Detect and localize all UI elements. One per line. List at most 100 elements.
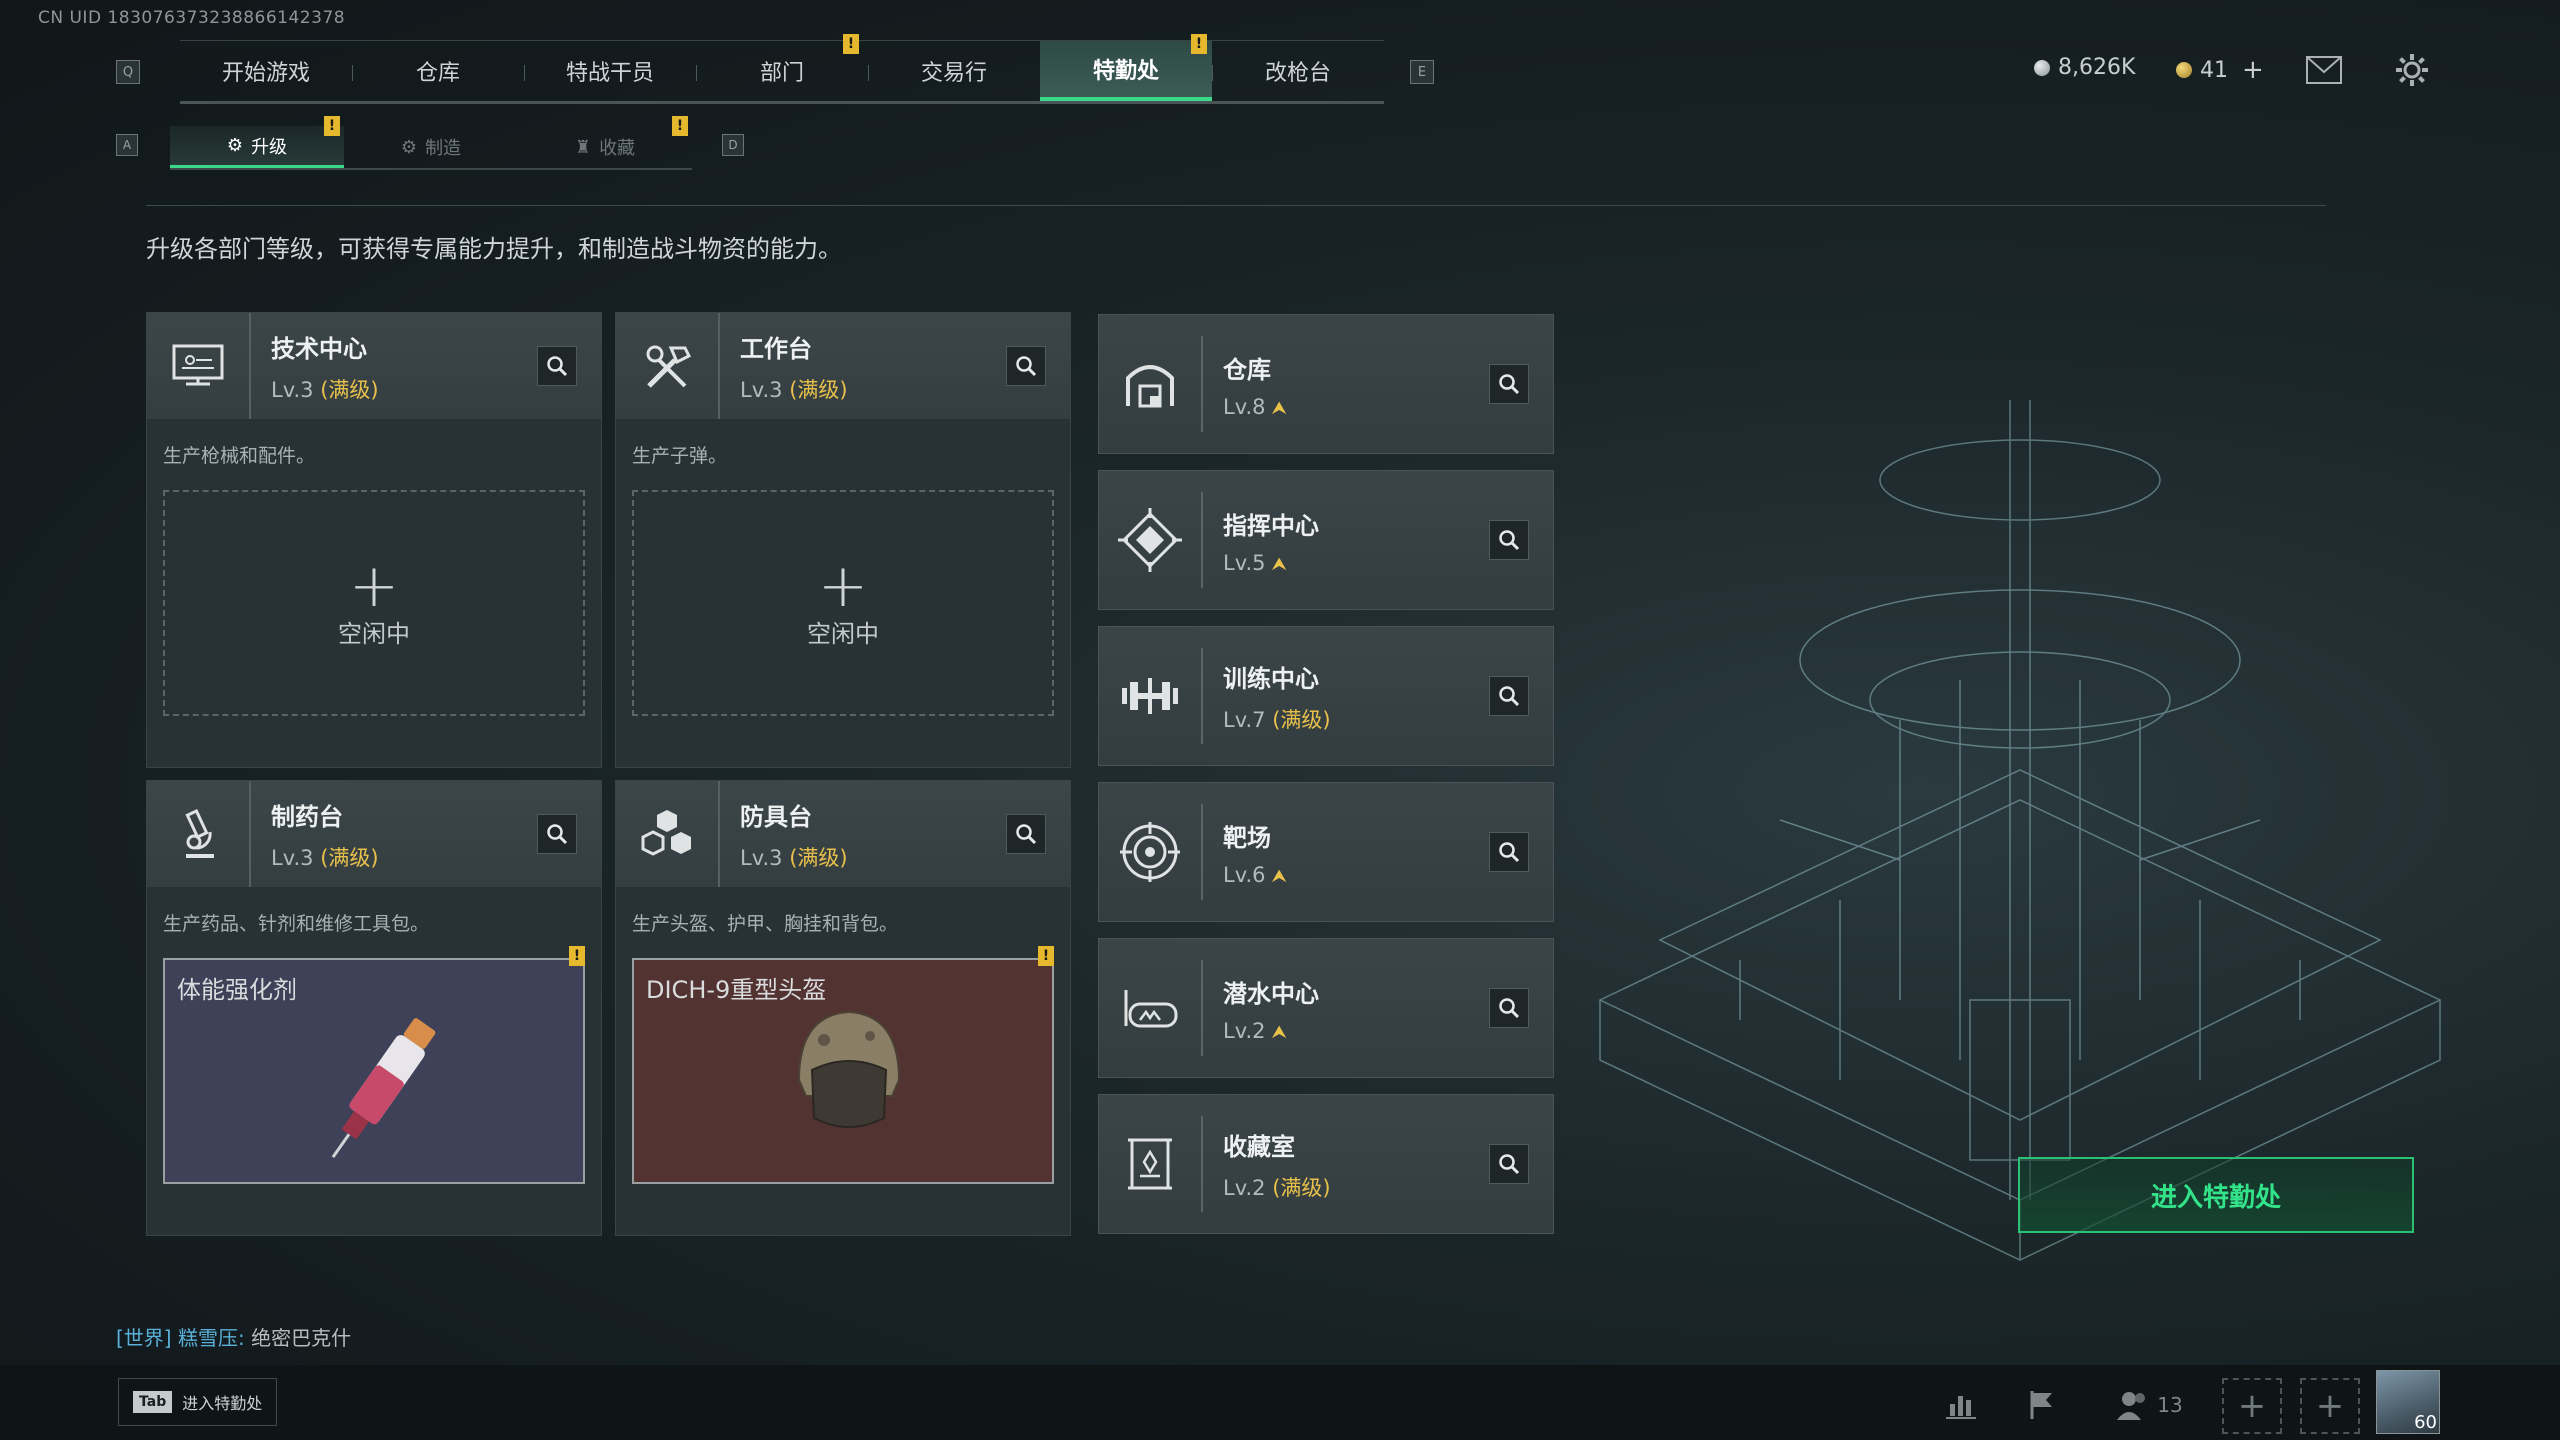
max-level-tag: (满级) xyxy=(1272,707,1331,732)
subtab-prev-key-hint: A xyxy=(116,134,138,156)
search-icon[interactable] xyxy=(1489,1144,1529,1184)
world-chat-line[interactable]: [世界] 糕雪压: 绝密巴克什 xyxy=(116,1322,351,1351)
product-warning-badge: ! xyxy=(569,946,585,966)
crafting-product-slot[interactable]: 体能强化剂 ! xyxy=(163,946,585,1184)
tools-icon xyxy=(616,313,720,419)
computer-icon xyxy=(147,313,251,419)
dumbbell-icon xyxy=(1099,648,1203,744)
craft-slot-idle[interactable]: + 空闲中 xyxy=(163,490,585,716)
max-level-tag: (满级) xyxy=(1272,1175,1331,1200)
department-card-diving-center[interactable]: 潜水中心 Lv.2 ⮝ xyxy=(1098,938,1554,1078)
stats-icon[interactable] xyxy=(1936,1380,1986,1430)
station-card-workbench[interactable]: 工作台 Lv.3 (满级) 生产子弹。 + 空闲中 xyxy=(615,312,1071,768)
department-name: 收藏室 xyxy=(1223,1132,1295,1161)
department-level: Lv.8 xyxy=(1223,394,1266,419)
crafting-product-slot[interactable]: DICH-9重型头盔 ! xyxy=(632,946,1054,1184)
max-level-tag: (满级) xyxy=(320,377,379,402)
station-level: Lv.3 xyxy=(271,377,314,402)
department-card-shooting-range[interactable]: 靶场 Lv.6 ⮝ xyxy=(1098,782,1554,922)
station-level: Lv.3 xyxy=(271,845,314,870)
department-name: 靶场 xyxy=(1223,823,1271,852)
department-card-collection-room[interactable]: 收藏室 Lv.2 (满级) xyxy=(1098,1094,1554,1234)
search-icon[interactable] xyxy=(1489,676,1529,716)
syringe-item-icon xyxy=(331,1018,436,1159)
department-level: Lv.2 xyxy=(1223,1018,1266,1043)
tab-trading[interactable]: 交易行 xyxy=(868,41,1040,101)
friends-icon xyxy=(2117,1392,2146,1420)
station-level: Lv.3 xyxy=(740,377,783,402)
upgrade-arrow-icon: ⮝ xyxy=(1271,553,1287,575)
product-warning-badge: ! xyxy=(1038,946,1054,966)
player-uid: CN UID 183076373238866142378 xyxy=(38,8,346,28)
search-icon[interactable] xyxy=(1489,520,1529,560)
station-name: 工作台 xyxy=(740,334,812,363)
subtab-upgrade-label: 升级 xyxy=(251,136,288,158)
department-card-warehouse[interactable]: 仓库 Lv.8 ⮝ xyxy=(1098,314,1554,454)
collection-trophy-icon: ♜ xyxy=(574,136,592,158)
station-description: 生产头盔、护甲、胸挂和背包。 xyxy=(632,913,899,935)
flag-icon[interactable] xyxy=(2016,1380,2066,1430)
search-icon[interactable] xyxy=(1006,814,1046,854)
silver-currency: 8,626K xyxy=(2034,55,2135,80)
tab-special-ops[interactable]: 特勤处 xyxy=(1040,41,1212,101)
department-level: Lv.7 xyxy=(1223,707,1266,732)
subtab-craft-label: 制造 xyxy=(425,138,462,159)
station-card-tech-center[interactable]: 技术中心 Lv.3 (满级) 生产枪械和配件。 + 空闲中 xyxy=(146,312,602,768)
search-icon[interactable] xyxy=(1489,364,1529,404)
tab-start-game[interactable]: 开始游戏 xyxy=(180,41,352,101)
craft-slot-idle[interactable]: + 空闲中 xyxy=(632,490,1054,716)
plus-icon: + xyxy=(348,550,400,621)
departments-warning-badge: ! xyxy=(843,34,859,54)
subtab-next-key-hint: D xyxy=(722,134,744,156)
search-icon[interactable] xyxy=(1006,346,1046,386)
add-gold-button[interactable]: + xyxy=(2242,55,2264,85)
station-card-armor[interactable]: 防具台 Lv.3 (满级) 生产头盔、护甲、胸挂和背包。 DICH-9重型头盔 … xyxy=(615,780,1071,1236)
department-level: Lv.5 xyxy=(1223,550,1266,575)
enter-special-ops-button[interactable]: 进入特勤处 xyxy=(2018,1157,2414,1233)
subtab-craft[interactable]: ⚙ 制造 xyxy=(344,126,518,168)
party-slot-add-button[interactable]: + xyxy=(2300,1378,2360,1434)
search-icon[interactable] xyxy=(1489,832,1529,872)
upgrade-arrow-icon: ⮝ xyxy=(1271,397,1287,419)
subtab-collection-label: 收藏 xyxy=(599,138,636,159)
search-icon[interactable] xyxy=(1489,988,1529,1028)
station-description: 生产子弹。 xyxy=(632,445,728,467)
friends-count: 13 xyxy=(2157,1393,2183,1417)
max-level-tag: (满级) xyxy=(789,845,848,870)
mail-icon[interactable] xyxy=(2306,56,2342,84)
tab-warehouse[interactable]: 仓库 xyxy=(352,41,524,101)
friends-button[interactable]: 13 xyxy=(2110,1380,2190,1430)
tab-key-hint[interactable]: Tab 进入特勤处 xyxy=(118,1378,278,1426)
department-name: 训练中心 xyxy=(1223,664,1319,693)
chat-user: 糕雪压: xyxy=(177,1326,245,1350)
subtab-collection[interactable]: ♜ 收藏 xyxy=(518,126,692,168)
microscope-icon xyxy=(147,781,251,887)
silver-coin-icon xyxy=(2034,59,2050,76)
tab-gunsmith[interactable]: 改枪台 xyxy=(1212,41,1384,101)
station-card-pharmacy[interactable]: 制药台 Lv.3 (满级) 生产药品、针剂和维修工具包。 体能强化剂 ! xyxy=(146,780,602,1236)
product-name: 体能强化剂 xyxy=(177,976,297,1004)
target-icon xyxy=(1099,804,1203,900)
slot-status: 空闲中 xyxy=(338,619,410,648)
gear-icon[interactable] xyxy=(2394,52,2430,88)
subtab-upgrade[interactable]: ⚙ 升级 xyxy=(170,126,344,168)
tab-hint-label: 进入特勤处 xyxy=(182,1394,263,1413)
upgrade-gear-icon: ⚙ xyxy=(226,135,244,156)
department-card-command-center[interactable]: 指挥中心 Lv.5 ⮝ xyxy=(1098,470,1554,610)
department-level: Lv.6 xyxy=(1223,862,1266,887)
tab-key: Tab xyxy=(133,1391,173,1413)
party-slot-add-button[interactable]: + xyxy=(2222,1378,2282,1434)
gold-coin-icon xyxy=(2176,62,2192,78)
search-icon[interactable] xyxy=(537,814,577,854)
department-name: 仓库 xyxy=(1223,355,1271,384)
slot-status: 空闲中 xyxy=(807,619,879,648)
gold-currency: 41 + xyxy=(2176,55,2264,85)
station-name: 防具台 xyxy=(740,802,812,831)
warehouse-icon xyxy=(1099,336,1203,432)
search-icon[interactable] xyxy=(537,346,577,386)
tab-operators[interactable]: 特战干员 xyxy=(524,41,696,101)
avatar[interactable]: 60 xyxy=(2376,1370,2440,1434)
collection-warning-badge: ! xyxy=(672,116,688,136)
department-card-training-center[interactable]: 训练中心 Lv.7 (满级) xyxy=(1098,626,1554,766)
helmet-item-icon xyxy=(797,1010,901,1128)
